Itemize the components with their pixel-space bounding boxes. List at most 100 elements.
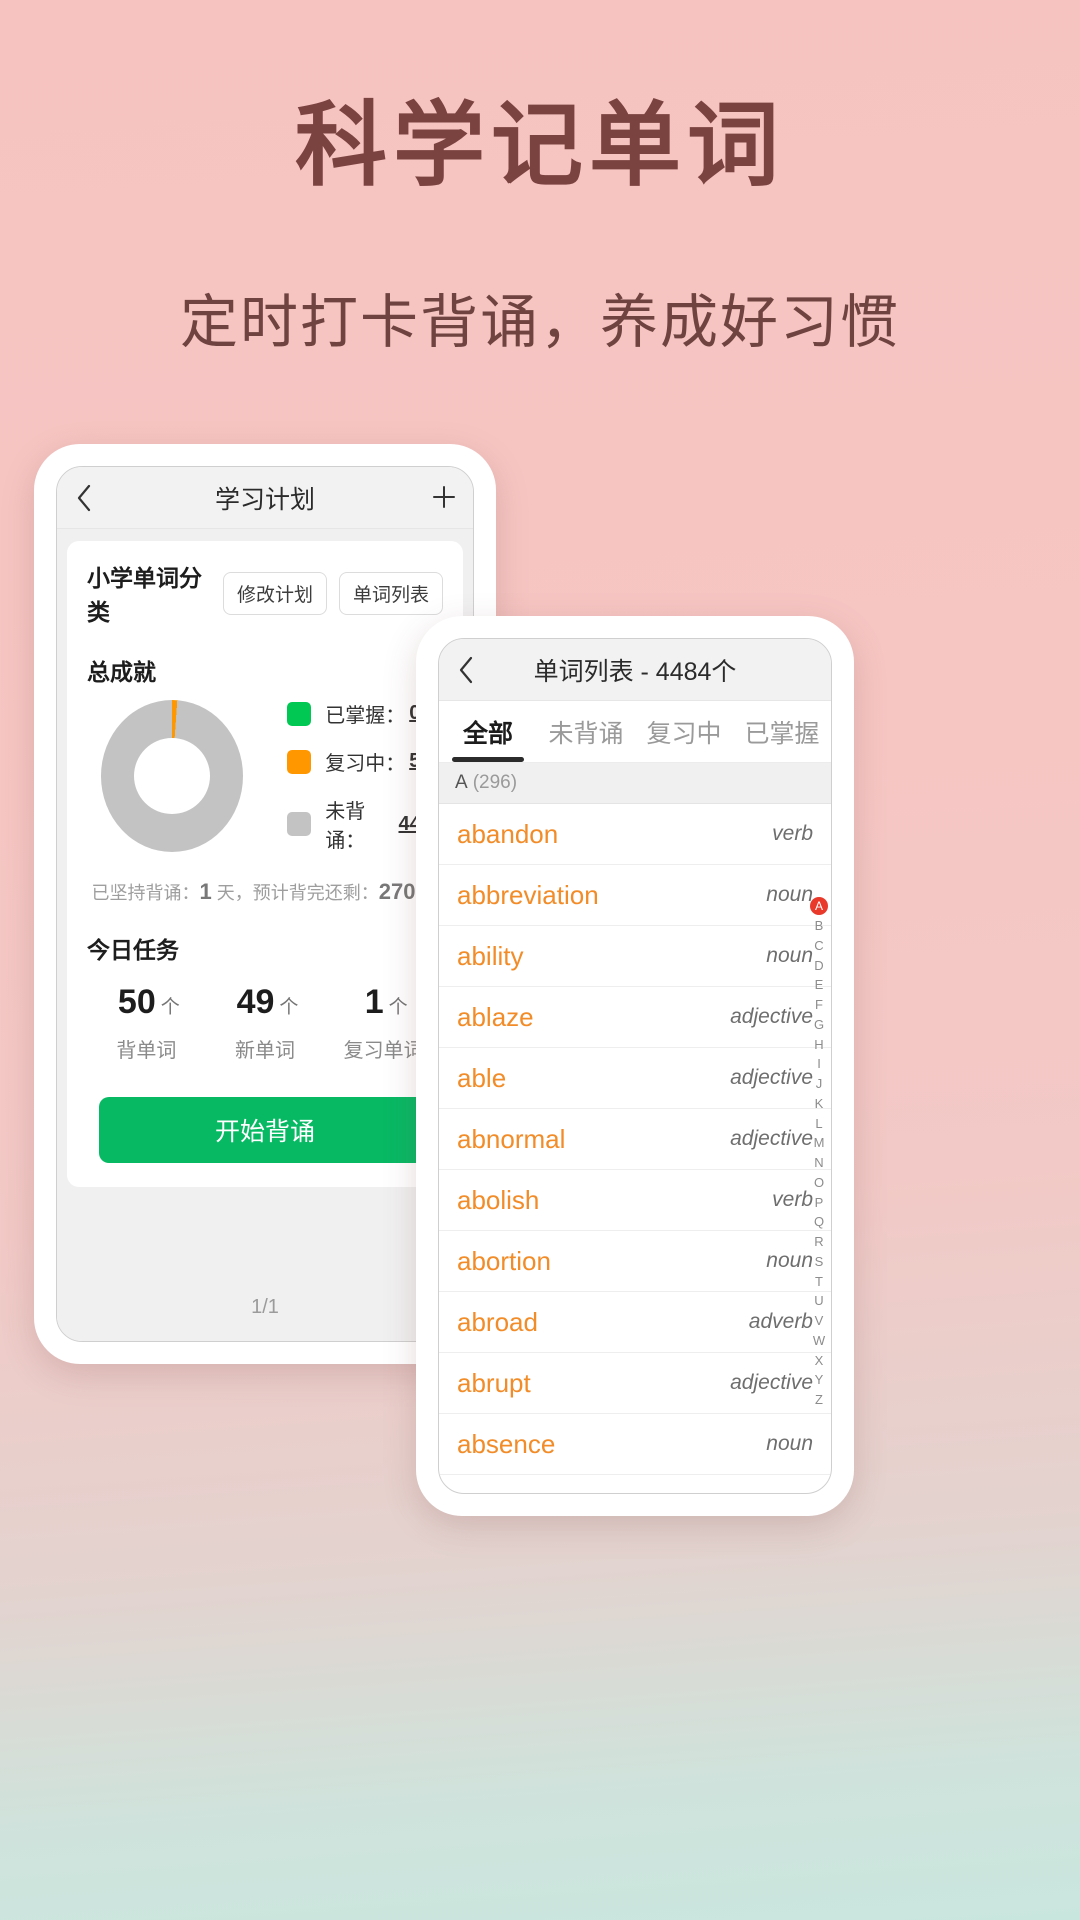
tab-mastered[interactable]: 已掌握 bbox=[733, 701, 831, 762]
stat-recite-words: 50 个 背单词 bbox=[87, 983, 206, 1063]
stat-unit-recite: 个 bbox=[160, 997, 180, 1018]
alphabet-index-letter[interactable]: W bbox=[813, 1331, 825, 1351]
chevron-left-icon[interactable] bbox=[439, 656, 493, 684]
chevron-left-icon[interactable] bbox=[57, 484, 111, 512]
alphabet-index-letter[interactable]: S bbox=[815, 1252, 824, 1272]
alphabet-index-letter[interactable]: O bbox=[814, 1173, 824, 1193]
phone1-content: 小学单词分类 修改计划 单词列表 总成就 已掌握： 0 复习中： 未背诵： 已坚… bbox=[57, 529, 473, 1341]
word-text: absent bbox=[457, 1490, 535, 1494]
alphabet-index-letter[interactable]: G bbox=[814, 1015, 824, 1035]
word-pos: noun bbox=[766, 1249, 813, 1272]
word-list[interactable]: abandon verb abbreviation noun ability n… bbox=[439, 804, 831, 1494]
legend-swatch-unlearned bbox=[287, 812, 312, 836]
word-text: abbreviation bbox=[457, 879, 599, 910]
list-item[interactable]: abbreviation noun bbox=[439, 865, 831, 926]
plus-icon[interactable] bbox=[431, 480, 457, 516]
stat-label-recite: 背单词 bbox=[116, 1040, 177, 1062]
list-item[interactable]: ability noun bbox=[439, 926, 831, 987]
word-pos: noun bbox=[766, 1432, 813, 1455]
stat-unit-review: 个 bbox=[388, 997, 408, 1018]
word-pos: adverb bbox=[748, 1310, 813, 1333]
alphabet-index-letter[interactable]: M bbox=[814, 1133, 825, 1153]
phone-mockup-word-list: 单词列表 - 4484个 全部 未背诵 复习中 已掌握 A (296) aband… bbox=[416, 616, 854, 1516]
stat-value-new: 49 bbox=[236, 983, 275, 1021]
card-header: 小学单词分类 修改计划 单词列表 bbox=[87, 559, 443, 627]
achievement-donut-chart bbox=[101, 700, 244, 852]
phone1-nav-title: 学习计划 bbox=[214, 485, 315, 514]
word-pos: verb bbox=[772, 1188, 813, 1211]
list-item[interactable]: abandon verb bbox=[439, 804, 831, 865]
stat-unit-new: 个 bbox=[279, 997, 299, 1018]
word-pos: adjective bbox=[730, 1493, 813, 1494]
alphabet-index-letter[interactable]: R bbox=[814, 1232, 823, 1252]
list-item[interactable]: absent adjective bbox=[439, 1475, 831, 1494]
list-item[interactable]: able adjective bbox=[439, 1048, 831, 1109]
alphabet-index-letter[interactable]: Y bbox=[815, 1370, 824, 1390]
hero-section: 科学记单词 定时打卡背诵，养成好习惯 bbox=[0, 0, 1080, 359]
streak-summary: 已坚持背诵：1 天，预计背完还剩：270 天 bbox=[87, 879, 443, 905]
alphabet-index-letter[interactable]: B bbox=[815, 916, 824, 936]
alphabet-index-letter[interactable]: I bbox=[817, 1054, 821, 1074]
phone2-nav-title: 单词列表 - 4484个 bbox=[533, 657, 737, 686]
start-reciting-button[interactable]: 开始背诵 bbox=[99, 1097, 431, 1163]
alphabet-index-letter[interactable]: N bbox=[814, 1153, 823, 1173]
streak-prefix: 已坚持背诵： bbox=[91, 883, 200, 903]
alphabet-index-letter[interactable]: P bbox=[815, 1193, 824, 1213]
alphabet-index-letter[interactable]: K bbox=[815, 1094, 824, 1114]
alphabet-index-selected[interactable]: A bbox=[810, 897, 828, 915]
alpha-section-header: A (296) bbox=[439, 763, 831, 804]
phone2-navbar: 单词列表 - 4484个 bbox=[439, 639, 831, 701]
alpha-section-count: (296) bbox=[472, 772, 518, 793]
word-text: abroad bbox=[457, 1306, 538, 1337]
word-pos: adjective bbox=[730, 1127, 813, 1150]
list-item[interactable]: abroad adverb bbox=[439, 1292, 831, 1353]
alphabet-index-letter[interactable]: X bbox=[815, 1351, 824, 1371]
study-plan-card: 小学单词分类 修改计划 单词列表 总成就 已掌握： 0 复习中： 未背诵： 已坚… bbox=[67, 541, 463, 1187]
word-text: abnormal bbox=[457, 1123, 566, 1154]
word-list-button[interactable]: 单词列表 bbox=[338, 571, 443, 615]
alphabet-index-letter[interactable]: U bbox=[814, 1291, 823, 1311]
phone1-screen: 学习计划 小学单词分类 修改计划 单词列表 总成就 已掌握： 0 复习中： 未背… bbox=[56, 466, 474, 1342]
list-item[interactable]: ablaze adjective bbox=[439, 987, 831, 1048]
page-subtitle: 定时打卡背诵，养成好习惯 bbox=[179, 290, 900, 356]
list-item[interactable]: abrupt adjective bbox=[439, 1353, 831, 1414]
alphabet-index-letter[interactable]: Q bbox=[814, 1212, 824, 1232]
alphabet-index-letter[interactable]: C bbox=[814, 936, 823, 956]
word-pos: adjective bbox=[730, 1371, 813, 1394]
alphabet-index-letter[interactable]: T bbox=[815, 1272, 823, 1292]
word-text: absence bbox=[457, 1428, 556, 1459]
stat-new-words: 49 个 新单词 bbox=[206, 983, 325, 1063]
alphabet-index-letter[interactable]: V bbox=[815, 1311, 824, 1331]
today-task-stats: 50 个 背单词 49 个 新单词 1个 复习单词 bbox=[87, 983, 443, 1063]
edit-plan-button[interactable]: 修改计划 bbox=[222, 571, 327, 615]
alphabet-index-letter[interactable]: E bbox=[815, 975, 824, 995]
achievement-chart-row: 已掌握： 0 复习中： 50 未背诵： 4434 bbox=[87, 699, 443, 853]
word-text: ability bbox=[457, 940, 524, 971]
tab-reviewing[interactable]: 复习中 bbox=[635, 701, 733, 762]
tab-unlearned[interactable]: 未背诵 bbox=[537, 701, 635, 762]
alphabet-index-rail[interactable]: A B C D E F G H I J K L M N O P Q R S T … bbox=[810, 897, 828, 1410]
tab-all[interactable]: 全部 bbox=[439, 701, 537, 762]
word-text: abolish bbox=[457, 1184, 540, 1215]
stat-label-new: 新单词 bbox=[235, 1040, 295, 1062]
legend-label-reviewing: 复习中： bbox=[325, 753, 406, 775]
category-title: 小学单词分类 bbox=[87, 565, 202, 625]
alphabet-index-letter[interactable]: J bbox=[816, 1074, 823, 1094]
list-item[interactable]: absence noun bbox=[439, 1414, 831, 1475]
alphabet-index-letter[interactable]: Z bbox=[815, 1390, 823, 1410]
word-text: abrupt bbox=[457, 1367, 531, 1398]
achievement-title: 总成就 bbox=[87, 659, 156, 685]
list-item[interactable]: abortion noun bbox=[439, 1231, 831, 1292]
word-pos: noun bbox=[766, 883, 813, 906]
alphabet-index-letter[interactable]: H bbox=[814, 1035, 823, 1055]
alpha-section-letter: A bbox=[455, 772, 468, 793]
streak-remaining-days: 270 bbox=[378, 879, 416, 904]
page-indicator: 1/1 bbox=[251, 1296, 279, 1318]
alphabet-index-letter[interactable]: F bbox=[815, 995, 823, 1015]
list-item[interactable]: abolish verb bbox=[439, 1170, 831, 1231]
streak-days: 1 bbox=[199, 879, 212, 904]
alphabet-index-letter[interactable]: L bbox=[815, 1114, 822, 1134]
list-item[interactable]: abnormal adjective bbox=[439, 1109, 831, 1170]
legend-swatch-mastered bbox=[287, 701, 312, 726]
alphabet-index-letter[interactable]: D bbox=[814, 956, 823, 976]
